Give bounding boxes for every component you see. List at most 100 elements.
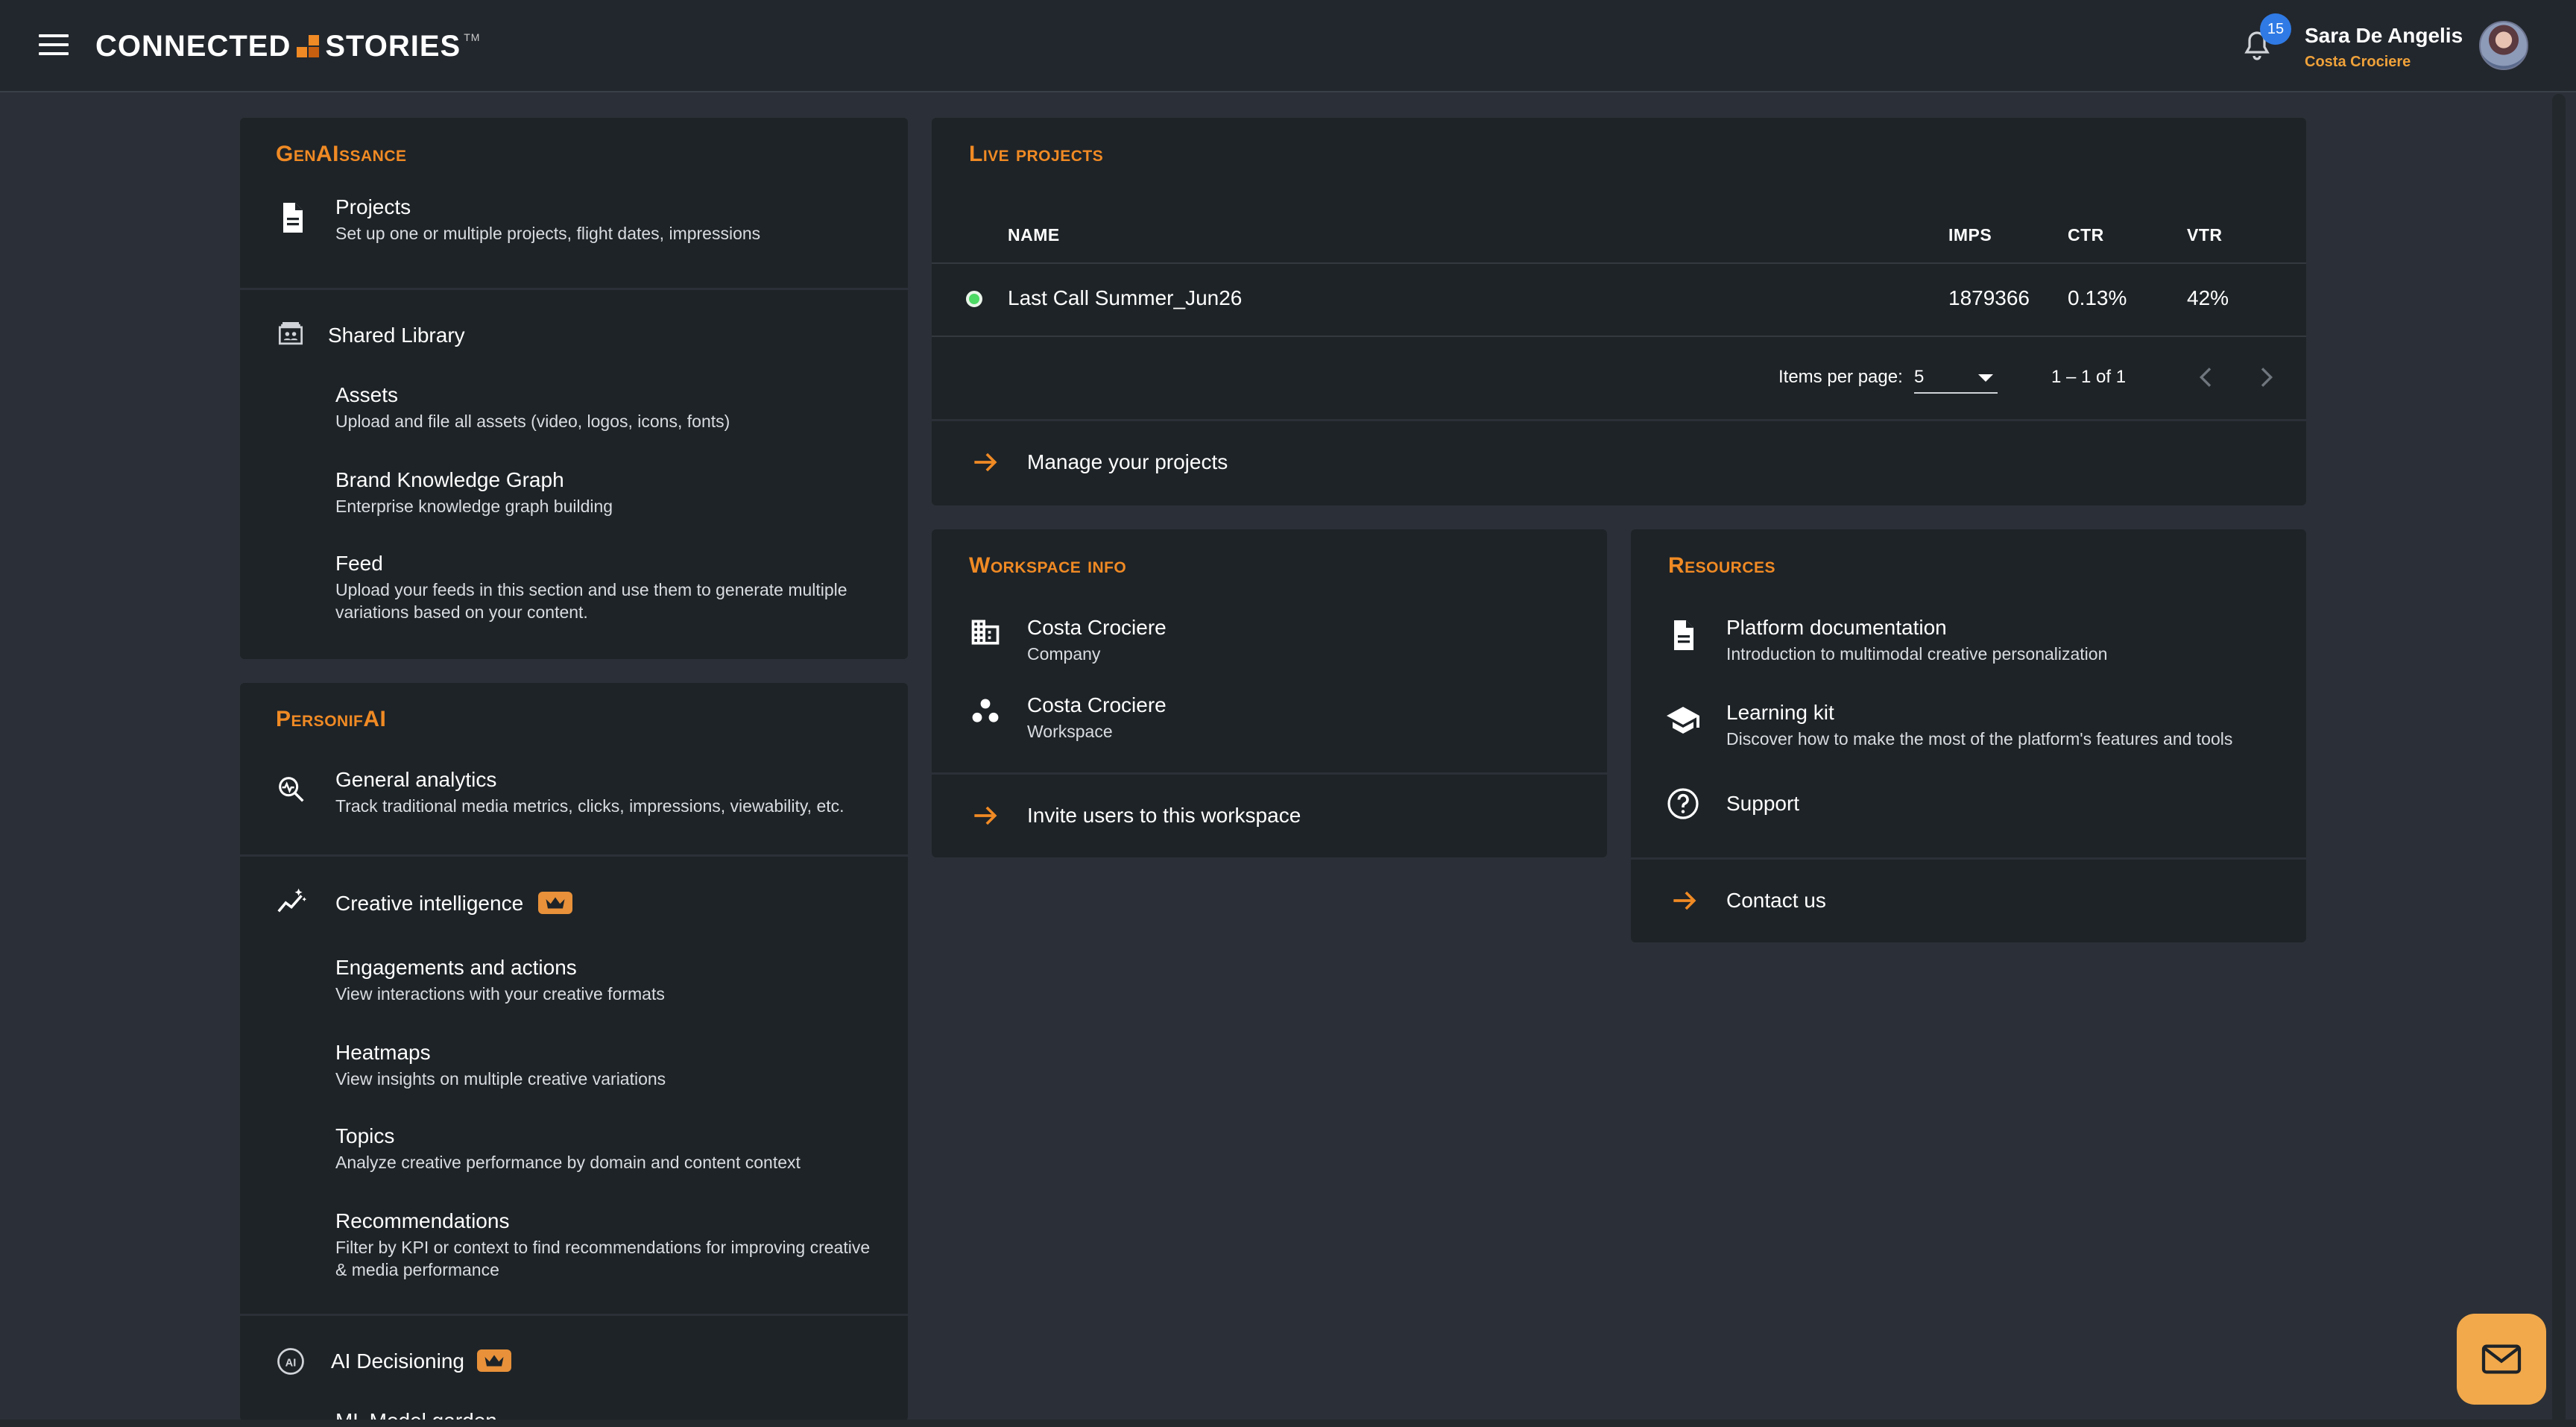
recommendations-title: Recommendations	[335, 1209, 510, 1232]
manage-projects-link[interactable]: Manage your projects	[932, 422, 2306, 505]
user-avatar[interactable]	[2479, 21, 2528, 70]
logo[interactable]: CONNECTED STORIES TM	[95, 27, 480, 66]
section-title-resources: Resources	[1668, 553, 1776, 578]
user-company: Costa Crociere	[2305, 54, 2411, 70]
divider	[932, 772, 1607, 775]
general-analytics-title: General analytics	[335, 768, 497, 791]
top-bar: CONNECTED STORIES TM 15 Sara De Angelis …	[0, 0, 2576, 92]
column-header-name[interactable]: NAME	[1008, 225, 1060, 245]
resource-learning-kit[interactable]: Learning kit Discover how to make the mo…	[1631, 701, 2306, 760]
notification-badge: 15	[2260, 13, 2291, 45]
section-title-genaissance: GenAIssance	[276, 142, 407, 166]
menu-item-topics[interactable]: Topics Analyze creative performance by d…	[240, 1124, 908, 1184]
items-per-page-select[interactable]: 5	[1914, 364, 1998, 394]
resource-platform-documentation[interactable]: Platform documentation Introduction to m…	[1631, 616, 2306, 675]
column-header-imps[interactable]: IMPS	[1948, 225, 1992, 245]
column-header-ctr[interactable]: CTR	[2068, 225, 2104, 245]
divider	[932, 419, 2306, 421]
project-name: Last Call Summer_Jun26	[1008, 286, 1243, 309]
invite-users-label: Invite users to this workspace	[1027, 804, 1301, 827]
assets-title: Assets	[335, 383, 399, 406]
divider	[240, 1314, 908, 1316]
shared-library-label: Shared Library	[328, 324, 465, 347]
section-title-live-projects: Live projects	[969, 142, 1104, 166]
ai-decisioning-label: AI Decisioning	[331, 1349, 464, 1373]
contact-us-link[interactable]: Contact us	[1631, 860, 2306, 942]
next-page-chevron-icon[interactable]	[2251, 362, 2281, 392]
logo-text-right: STORIES	[325, 29, 461, 63]
company-name: Costa Crociere	[1027, 616, 1167, 639]
premium-crown-icon	[477, 1349, 511, 1372]
menu-item-assets[interactable]: Assets Upload and file all assets (video…	[240, 383, 908, 443]
project-ctr: 0.13%	[2068, 286, 2127, 309]
project-imps: 1879366	[1948, 286, 2030, 309]
feed-description: Upload your feeds in this section and us…	[335, 580, 847, 622]
section-title-workspace-info: Workspace info	[969, 553, 1127, 578]
topics-title: Topics	[335, 1124, 395, 1147]
menu-item-general-analytics[interactable]: General analytics Track traditional medi…	[240, 768, 908, 831]
resource-support[interactable]: Support	[1631, 783, 2306, 835]
engagements-title: Engagements and actions	[335, 956, 577, 979]
scrollbar-thumb[interactable]	[2552, 94, 2566, 1427]
menu-item-recommendations[interactable]: Recommendations Filter by KPI or context…	[240, 1209, 908, 1284]
learning-kit-description: Discover how to make the most of the pla…	[1726, 729, 2233, 749]
previous-page-chevron-icon[interactable]	[2191, 362, 2221, 392]
user-name: Sara De Angelis	[2305, 24, 2463, 47]
projects-description: Set up one or multiple projects, flight …	[335, 224, 761, 243]
column-header-vtr[interactable]: VTR	[2187, 225, 2223, 245]
document-icon	[1665, 617, 1701, 653]
message-fab-button[interactable]	[2457, 1314, 2546, 1405]
support-label: Support	[1726, 792, 1800, 815]
horizontal-scrollbar[interactable]	[0, 1420, 2576, 1427]
workspace-dots-icon	[969, 695, 1002, 728]
mail-icon	[2481, 1344, 2522, 1374]
shared-library-icon	[274, 318, 307, 350]
contact-us-label: Contact us	[1726, 889, 1826, 912]
project-vtr: 42%	[2187, 286, 2229, 309]
ai-brain-icon: AI	[274, 1345, 307, 1378]
logo-trademark: TM	[464, 31, 481, 43]
menu-item-projects[interactable]: Projects Set up one or multiple projects…	[240, 192, 908, 274]
brand-knowledge-graph-description: Enterprise knowledge graph building	[335, 497, 613, 516]
topics-description: Analyze creative performance by domain a…	[335, 1153, 801, 1172]
platform-documentation-description: Introduction to multimodal creative pers…	[1726, 644, 2108, 664]
workspace-name: Costa Crociere	[1027, 693, 1167, 716]
invite-users-link[interactable]: Invite users to this workspace	[932, 775, 1607, 857]
workspace-label: Workspace	[1027, 722, 1113, 741]
svg-text:AI: AI	[285, 1357, 297, 1369]
items-per-page-label: Items per page:	[1778, 367, 1903, 387]
document-icon	[274, 200, 310, 236]
platform-documentation-title: Platform documentation	[1726, 616, 1947, 639]
general-analytics-description: Track traditional media metrics, clicks,…	[335, 796, 845, 816]
feed-title: Feed	[335, 552, 383, 575]
engagements-description: View interactions with your creative for…	[335, 984, 665, 1004]
premium-crown-icon	[538, 892, 572, 914]
section-title-personifai: PersonifAI	[276, 707, 387, 731]
arrow-right-icon	[1668, 884, 1701, 917]
menu-icon[interactable]	[39, 34, 69, 58]
creative-intelligence-label: Creative intelligence	[335, 892, 524, 915]
analytics-search-icon	[274, 772, 309, 807]
assets-description: Upload and file all assets (video, logos…	[335, 412, 730, 431]
menu-item-brand-knowledge-graph[interactable]: Brand Knowledge Graph Enterprise knowled…	[240, 468, 908, 528]
pagination-range: 1 – 1 of 1	[2051, 367, 2127, 387]
live-projects-card: Live projects NAME IMPS CTR VTR Last Cal…	[932, 118, 2306, 505]
status-live-indicator	[966, 291, 982, 307]
manage-projects-label: Manage your projects	[1027, 450, 1228, 473]
items-per-page-value: 5	[1914, 367, 1925, 387]
menu-item-feed[interactable]: Feed Upload your feeds in this section a…	[240, 552, 908, 634]
workspace-info-card: Workspace info Costa Crociere Company Co…	[932, 529, 1607, 857]
building-icon	[969, 616, 1002, 649]
heatmaps-description: View insights on multiple creative varia…	[335, 1069, 666, 1089]
table-row[interactable]: Last Call Summer_Jun26 1879366 0.13% 42%	[932, 264, 2306, 334]
trending-sparkle-icon	[274, 884, 309, 919]
vertical-scrollbar[interactable]	[2549, 94, 2572, 1427]
divider	[240, 854, 908, 857]
logo-mark-icon	[297, 35, 320, 57]
menu-item-engagements[interactable]: Engagements and actions View interaction…	[240, 956, 908, 1015]
projects-title: Projects	[335, 195, 411, 218]
heatmaps-title: Heatmaps	[335, 1041, 431, 1064]
menu-item-heatmaps[interactable]: Heatmaps View insights on multiple creat…	[240, 1041, 908, 1100]
table-divider	[932, 336, 2306, 337]
personifai-card: PersonifAI General analytics Track tradi…	[240, 683, 908, 1421]
